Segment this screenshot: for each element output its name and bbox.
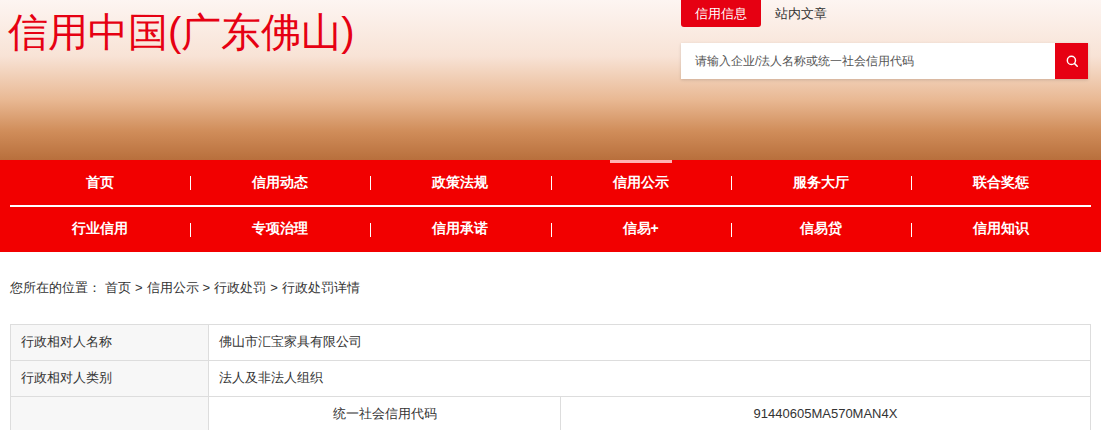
nav-item[interactable]: 政策法规 bbox=[370, 160, 550, 205]
nav-item[interactable]: 首页 bbox=[10, 160, 190, 205]
search-input[interactable]: 请输入企业/法人名称或统一社会信用代码 bbox=[681, 43, 1055, 79]
nav-item[interactable]: 联合奖惩 bbox=[911, 160, 1091, 205]
page: 信用中国(广东佛山)信用信息站内文章请输入企业/法人名称或统一社会信用代码首页信… bbox=[0, 0, 1101, 430]
nav-item[interactable]: 信用公示 bbox=[551, 160, 731, 205]
nav-item[interactable]: 信易+ bbox=[551, 207, 731, 250]
header-banner: 信用中国(广东佛山) 信用信息站内文章请输入企业/法人名称或统一社会信用代码 bbox=[0, 0, 1101, 160]
nav-separator bbox=[731, 176, 732, 190]
nav-active-bar bbox=[610, 160, 672, 163]
nav-item[interactable]: 行业信用 bbox=[10, 207, 190, 250]
row-value: 佛山市汇宝家具有限公司 bbox=[209, 325, 1091, 361]
search-area: 信用信息站内文章请输入企业/法人名称或统一社会信用代码 bbox=[681, 0, 1101, 160]
nav-separator bbox=[551, 176, 552, 190]
nav-item[interactable]: 信用知识 bbox=[911, 207, 1091, 250]
table-row: 行政相对人名称佛山市汇宝家具有限公司 bbox=[11, 325, 1091, 361]
main-nav: 首页信用动态政策法规信用公示服务大厅联合奖惩行业信用专项治理信用承诺信易+信易贷… bbox=[0, 160, 1101, 252]
sub-value: 91440605MA570MAN4X bbox=[561, 397, 1091, 430]
nav-item[interactable]: 专项治理 bbox=[190, 207, 370, 250]
search-tabs: 信用信息站内文章 bbox=[681, 0, 1088, 27]
nav-item[interactable]: 服务大厅 bbox=[731, 160, 911, 205]
nav-separator bbox=[911, 176, 912, 190]
nav-item[interactable]: 信用动态 bbox=[190, 160, 370, 205]
nav-separator bbox=[190, 176, 191, 190]
nav-separator bbox=[911, 223, 912, 237]
nav-row: 行业信用专项治理信用承诺信易+信易贷信用知识 bbox=[10, 205, 1091, 250]
nav-separator bbox=[731, 223, 732, 237]
nav-item[interactable]: 信用承诺 bbox=[370, 207, 550, 250]
detail-table: 行政相对人名称佛山市汇宝家具有限公司行政相对人类别法人及非法人组织统一社会信用代… bbox=[10, 324, 1091, 430]
nav-row: 首页信用动态政策法规信用公示服务大厅联合奖惩 bbox=[10, 160, 1091, 205]
breadcrumb: 您所在的位置：首页>信用公示>行政处罚>行政处罚详情 bbox=[0, 252, 1101, 324]
breadcrumb-item[interactable]: 行政处罚详情 bbox=[282, 278, 360, 298]
breadcrumb-item[interactable]: 行政处罚 bbox=[214, 278, 266, 298]
row-label: 行政相对人名称 bbox=[11, 325, 209, 361]
search-tab[interactable]: 信用信息 bbox=[681, 0, 761, 27]
row-label bbox=[11, 397, 209, 430]
table-row: 行政相对人类别法人及非法人组织 bbox=[11, 361, 1091, 397]
nav-separator bbox=[551, 223, 552, 237]
row-label: 行政相对人类别 bbox=[11, 361, 209, 397]
sub-key: 统一社会信用代码 bbox=[209, 397, 561, 430]
search-button[interactable] bbox=[1055, 43, 1088, 79]
site-title: 信用中国(广东佛山) bbox=[0, 0, 355, 160]
nav-separator bbox=[370, 223, 371, 237]
search-bar: 请输入企业/法人名称或统一社会信用代码 bbox=[681, 43, 1088, 79]
search-icon bbox=[1065, 54, 1079, 68]
search-tab[interactable]: 站内文章 bbox=[761, 0, 841, 27]
breadcrumb-item[interactable]: 信用公示 bbox=[147, 278, 199, 298]
nav-separator bbox=[190, 223, 191, 237]
nav-item[interactable]: 信易贷 bbox=[731, 207, 911, 250]
row-value: 法人及非法人组织 bbox=[209, 361, 1091, 397]
nav-separator bbox=[370, 176, 371, 190]
breadcrumb-item[interactable]: 首页 bbox=[105, 278, 131, 298]
table-row: 统一社会信用代码91440605MA570MAN4X bbox=[11, 397, 1091, 430]
